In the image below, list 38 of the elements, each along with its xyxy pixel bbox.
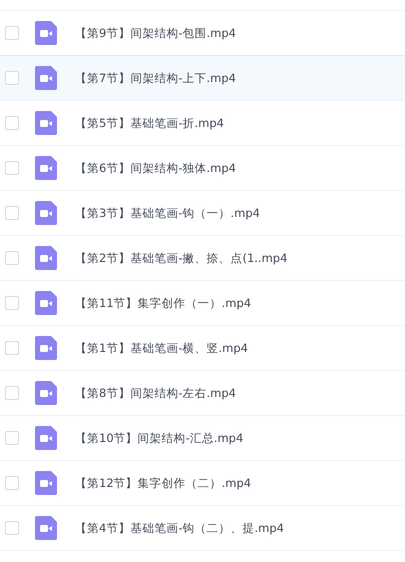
checkbox[interactable]	[5, 386, 19, 400]
file-row[interactable]: 【第4节】基础笔画-钩（二）、提.mp4	[0, 505, 405, 551]
video-file-icon	[35, 291, 57, 315]
checkbox[interactable]	[5, 251, 19, 265]
file-row[interactable]: 【第7节】间架结构-上下.mp4	[0, 55, 405, 101]
file-name[interactable]: 【第3节】基础笔画-钩（一）.mp4	[75, 206, 260, 220]
video-file-icon	[35, 516, 57, 540]
checkbox[interactable]	[5, 71, 19, 85]
file-name[interactable]: 【第2节】基础笔画-撇、捺、点(1..mp4	[75, 250, 288, 266]
file-name[interactable]: 【第8节】间架结构-左右.mp4	[75, 386, 236, 400]
video-file-icon	[35, 381, 57, 405]
file-name[interactable]: 【第6节】间架结构-独体.mp4	[75, 160, 236, 176]
file-name[interactable]: 【第1节】基础笔画-横、竖.mp4	[75, 340, 248, 356]
video-file-icon	[35, 471, 57, 495]
video-file-icon	[35, 21, 57, 45]
checkbox[interactable]	[5, 521, 19, 535]
file-name[interactable]: 【第11节】集字创作（一）.mp4	[75, 296, 252, 310]
video-file-icon	[35, 201, 57, 225]
file-name[interactable]: 【第5节】基础笔画-折.mp4	[75, 116, 224, 130]
checkbox[interactable]	[5, 341, 19, 355]
file-name[interactable]: 【第4节】基础笔画-钩（二）、提.mp4	[75, 520, 284, 536]
file-name[interactable]: 【第9节】间架结构-包围.mp4	[75, 26, 236, 40]
file-name[interactable]: 【第12节】集字创作（二）.mp4	[75, 476, 252, 490]
video-file-icon	[35, 426, 57, 450]
checkbox[interactable]	[5, 206, 19, 220]
checkbox[interactable]	[5, 431, 19, 445]
file-name[interactable]: 【第7节】间架结构-上下.mp4	[75, 70, 236, 86]
video-file-icon	[35, 66, 57, 90]
checkbox[interactable]	[5, 296, 19, 310]
checkbox[interactable]	[5, 26, 19, 40]
checkbox[interactable]	[5, 161, 19, 175]
video-file-icon	[35, 246, 57, 270]
video-file-icon	[35, 111, 57, 135]
video-file-icon	[35, 156, 57, 180]
video-file-icon	[35, 336, 57, 360]
checkbox[interactable]	[5, 476, 19, 490]
file-name[interactable]: 【第10节】间架结构-汇总.mp4	[75, 430, 244, 446]
checkbox[interactable]	[5, 116, 19, 130]
